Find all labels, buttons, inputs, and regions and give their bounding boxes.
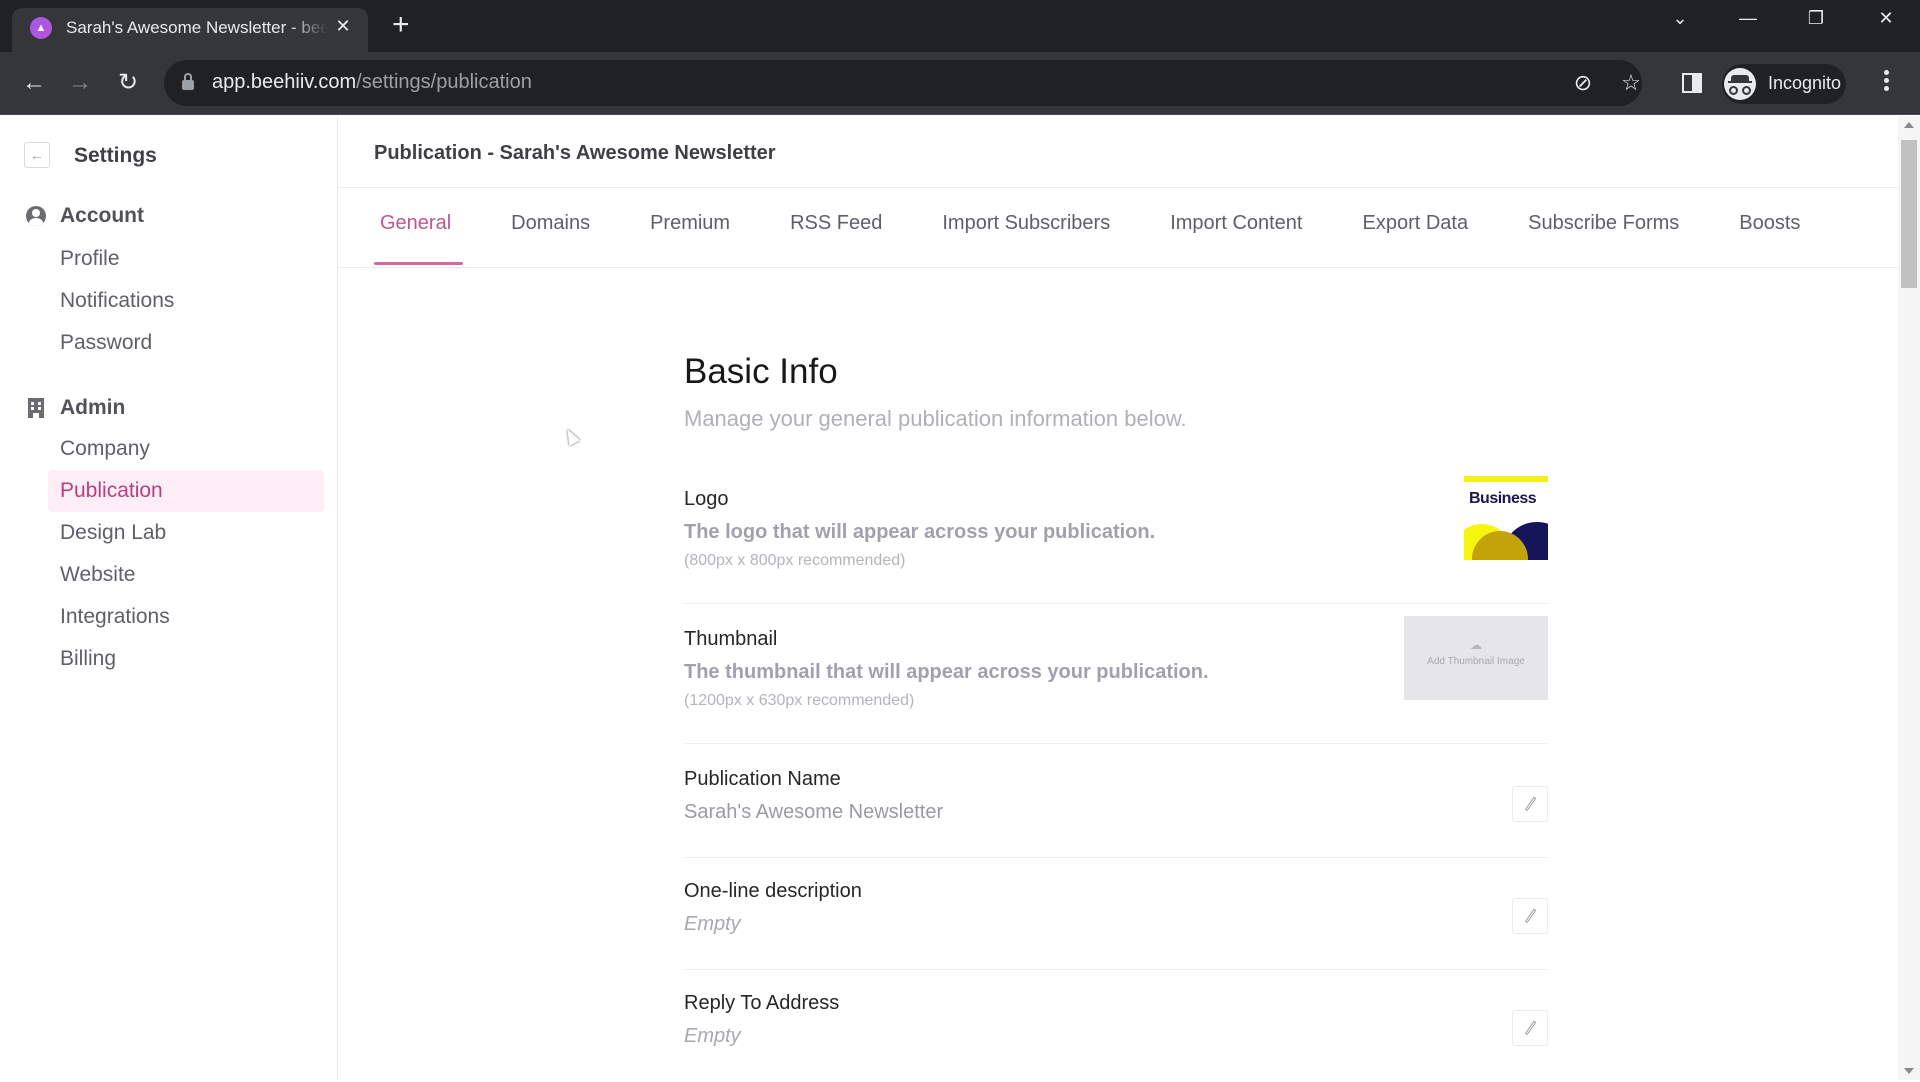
scroll-up-arrow-icon[interactable] bbox=[1904, 122, 1914, 128]
field-label: Logo bbox=[684, 488, 729, 510]
sidebar-item-design-lab[interactable]: Design Lab bbox=[48, 512, 324, 554]
restore-icon[interactable]: ❐ bbox=[1796, 8, 1836, 29]
section-title: Basic Info bbox=[684, 352, 838, 391]
tab-boosts[interactable]: Boosts bbox=[1727, 212, 1812, 265]
section-subtitle: Manage your general publication informat… bbox=[684, 406, 1187, 431]
browser-menu-icon[interactable] bbox=[1876, 68, 1896, 98]
eye-off-icon[interactable]: ⊘ bbox=[1570, 70, 1596, 96]
pencil-icon bbox=[1524, 796, 1536, 812]
close-window-icon[interactable]: ✕ bbox=[1866, 8, 1906, 29]
browser-tab[interactable]: ▲ Sarah's Awesome Newsletter - beehiiv ✕ bbox=[12, 8, 368, 52]
lock-icon[interactable] bbox=[182, 73, 194, 91]
field-label: One-line description bbox=[684, 880, 862, 902]
main-content: Publication - Sarah's Awesome Newsletter… bbox=[338, 116, 1898, 1080]
publication-name-field: Publication Name Sarah's Awesome Newslet… bbox=[684, 768, 1548, 858]
tab-export-data[interactable]: Export Data bbox=[1351, 212, 1481, 265]
field-value: Empty bbox=[684, 913, 741, 935]
tab-import-subscribers[interactable]: Import Subscribers bbox=[930, 212, 1122, 265]
tabs-divider bbox=[338, 267, 1898, 268]
url-path: /settings/publication bbox=[356, 71, 532, 93]
sidebar-title: Settings bbox=[74, 144, 157, 167]
tab-rss-feed[interactable]: RSS Feed bbox=[778, 212, 894, 265]
sidebar-group-label: Account bbox=[60, 204, 144, 227]
incognito-label: Incognito bbox=[1768, 73, 1842, 93]
scrollbar-thumb[interactable] bbox=[1901, 140, 1917, 288]
tab-premium[interactable]: Premium bbox=[638, 212, 742, 265]
address-bar[interactable]: app.beehiiv.com/settings/publication ⊘ ☆ bbox=[164, 60, 1642, 106]
scroll-down-arrow-icon[interactable] bbox=[1904, 1068, 1914, 1074]
pencil-icon bbox=[1524, 908, 1536, 924]
edit-publication-name-button[interactable] bbox=[1512, 786, 1548, 822]
tab-general[interactable]: General bbox=[374, 212, 464, 265]
field-label: Publication Name bbox=[684, 768, 841, 790]
tab-search-icon[interactable]: ⌄ bbox=[1660, 8, 1700, 29]
edit-reply-to-address-button[interactable] bbox=[1512, 1010, 1548, 1046]
sidebar-group-label: Admin bbox=[60, 396, 126, 419]
url-domain: app.beehiiv.com bbox=[212, 71, 357, 93]
thumbnail-field: Thumbnail The thumbnail that will appear… bbox=[684, 616, 1548, 744]
beehiiv-favicon-icon: ▲ bbox=[30, 17, 52, 39]
incognito-profile-button[interactable]: Incognito bbox=[1722, 64, 1846, 104]
one-line-description-field: One-line description Empty bbox=[684, 880, 1548, 970]
tab-import-content[interactable]: Import Content bbox=[1158, 212, 1314, 265]
sidebar-group-account: Account bbox=[26, 204, 144, 228]
bookmark-star-icon[interactable]: ☆ bbox=[1618, 70, 1644, 96]
pencil-icon bbox=[1524, 1020, 1536, 1036]
add-thumbnail-button[interactable]: ☁ Add Thumbnail Image bbox=[1404, 616, 1548, 700]
close-tab-icon[interactable]: ✕ bbox=[332, 16, 354, 37]
sidebar-item-integrations[interactable]: Integrations bbox=[48, 596, 324, 638]
header-divider bbox=[338, 187, 1898, 188]
sidebar-item-publication[interactable]: Publication bbox=[48, 470, 324, 512]
field-label: Reply To Address bbox=[684, 992, 840, 1014]
side-panel-icon[interactable] bbox=[1682, 73, 1702, 93]
sidebar-item-profile[interactable]: Profile bbox=[48, 238, 324, 280]
edit-one-line-description-button[interactable] bbox=[1512, 898, 1548, 934]
back-icon[interactable]: ← bbox=[16, 66, 52, 102]
basic-info-section: Basic Info Manage your general publicati… bbox=[684, 352, 1548, 432]
tab-domains[interactable]: Domains bbox=[499, 212, 602, 265]
reload-icon[interactable]: ↻ bbox=[110, 66, 146, 102]
sidebar-item-company[interactable]: Company bbox=[48, 428, 324, 470]
add-thumbnail-label: Add Thumbnail Image bbox=[1427, 656, 1525, 667]
tab-title: Sarah's Awesome Newsletter - beehiiv bbox=[66, 18, 328, 37]
minimize-icon[interactable]: — bbox=[1728, 8, 1768, 29]
field-value: Empty bbox=[684, 1025, 741, 1047]
forward-icon[interactable]: → bbox=[62, 66, 98, 102]
incognito-icon bbox=[1724, 68, 1756, 100]
field-value: Sarah's Awesome Newsletter bbox=[684, 801, 944, 823]
page: ← Settings Account Profile Notifications… bbox=[0, 116, 1920, 1080]
sidebar-item-billing[interactable]: Billing bbox=[48, 638, 324, 680]
sidebar-item-password[interactable]: Password bbox=[48, 322, 324, 364]
user-circle-icon bbox=[26, 206, 46, 226]
sidebar-group-admin: Admin bbox=[26, 396, 125, 420]
logo-field: Logo The logo that will appear across yo… bbox=[684, 476, 1548, 604]
settings-tabs: General Domains Premium RSS Feed Import … bbox=[374, 212, 1848, 265]
field-hint: (800px x 800px recommended) bbox=[684, 552, 906, 569]
page-scrollbar[interactable] bbox=[1898, 116, 1920, 1080]
sidebar-back-button[interactable]: ← bbox=[24, 142, 50, 168]
browser-toolbar: ← → ↻ app.beehiiv.com/settings/publicati… bbox=[0, 52, 1920, 115]
logo-image[interactable]: Business bbox=[1464, 476, 1548, 560]
building-icon bbox=[28, 398, 44, 418]
url-text[interactable]: app.beehiiv.com/settings/publication bbox=[212, 71, 532, 94]
sidebar-item-website[interactable]: Website bbox=[48, 554, 324, 596]
browser-tab-strip: ▲ Sarah's Awesome Newsletter - beehiiv ✕… bbox=[0, 0, 1920, 52]
new-tab-button[interactable]: + bbox=[392, 8, 410, 42]
sidebar-item-notifications[interactable]: Notifications bbox=[48, 280, 324, 322]
field-description: The logo that will appear across your pu… bbox=[684, 521, 1156, 543]
page-title: Publication - Sarah's Awesome Newsletter bbox=[374, 142, 776, 164]
upload-icon: ☁ bbox=[1470, 638, 1482, 652]
tab-subscribe-forms[interactable]: Subscribe Forms bbox=[1516, 212, 1691, 265]
logo-image-text: Business bbox=[1469, 490, 1537, 507]
settings-sidebar: ← Settings Account Profile Notifications… bbox=[0, 116, 338, 1080]
reply-to-address-field: Reply To Address Empty bbox=[684, 992, 1548, 1082]
